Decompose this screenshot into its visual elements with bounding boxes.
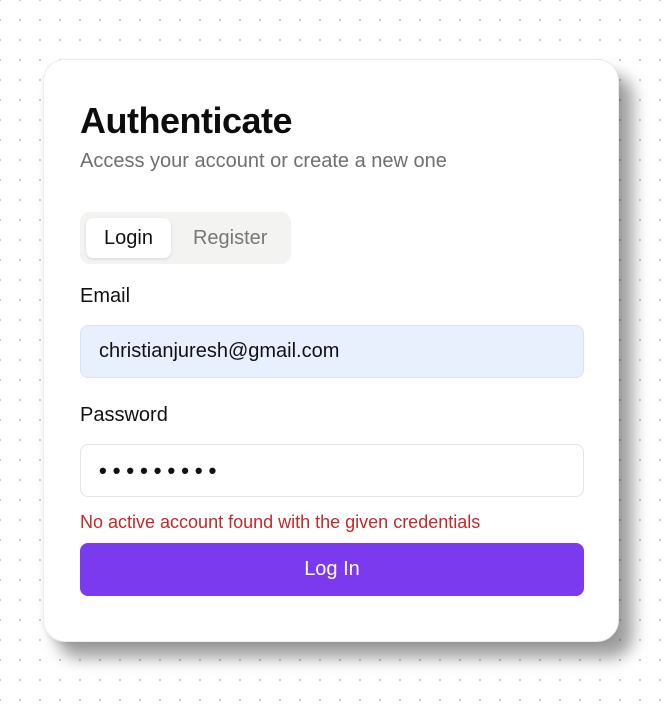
page-subtitle: Access your account or create a new one (80, 150, 447, 172)
auth-card: Authenticate Access your account or crea… (43, 59, 619, 642)
email-field[interactable]: christianjuresh@gmail.com (80, 325, 584, 378)
tab-register[interactable]: Register (175, 218, 285, 258)
email-label: Email (80, 285, 131, 307)
tab-login[interactable]: Login (86, 218, 171, 258)
login-button[interactable]: Log In (80, 543, 584, 596)
page-title: Authenticate (80, 100, 293, 141)
password-label: Password (80, 404, 168, 426)
error-message: No active account found with the given c… (80, 512, 481, 532)
auth-tabs: Login Register (80, 212, 292, 264)
password-field[interactable]: ••••••••• (80, 444, 584, 497)
